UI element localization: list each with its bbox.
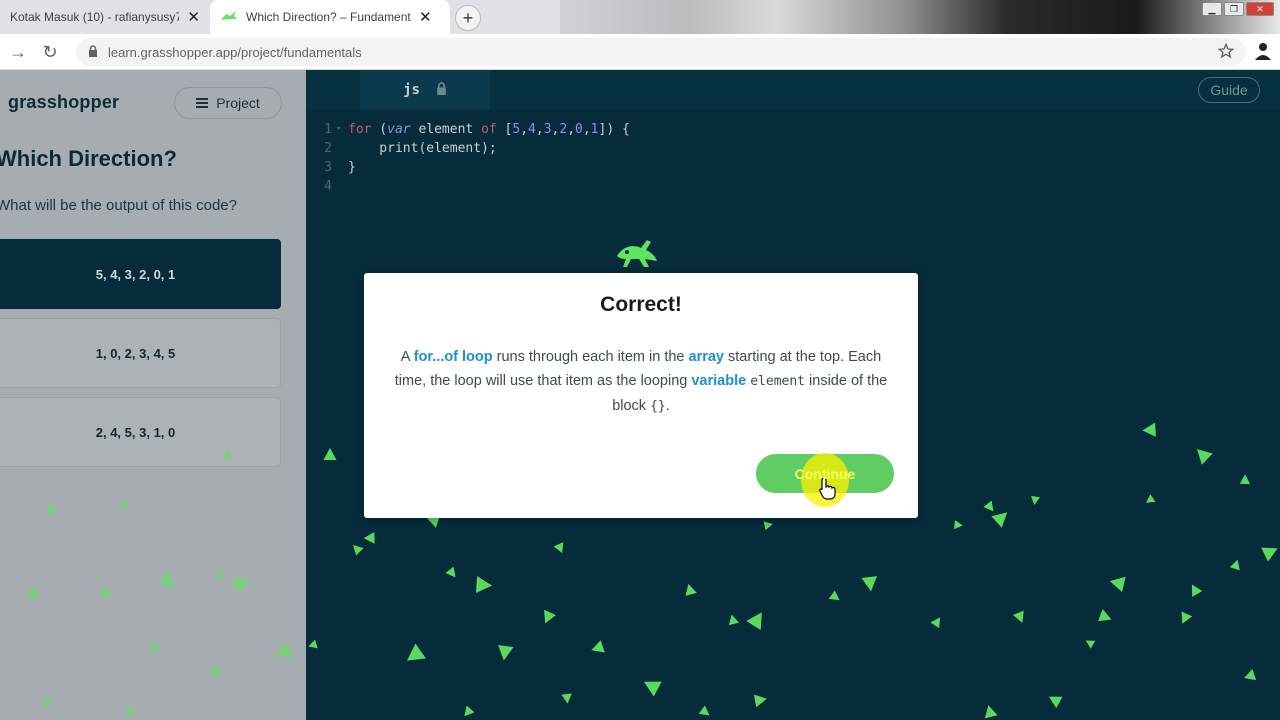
code-punct: ]) { <box>598 122 630 137</box>
question-title: Which Direction? <box>0 146 177 171</box>
editor-tab-bar: js Guide <box>306 70 1280 110</box>
browser-tab-inbox[interactable]: Kotak Masuk (10) - rafianysusy76 ✕ <box>0 0 210 34</box>
editor-tab-js[interactable]: js <box>360 70 490 110</box>
code-identifier: element <box>410 122 482 137</box>
minimize-icon[interactable]: ▁ <box>1202 2 1222 16</box>
code-number: 4 <box>528 122 536 137</box>
code-area[interactable]: 1 ▾ for (var element of [5,4,3,2,0,1]) {… <box>306 120 630 196</box>
maximize-icon[interactable]: ❐ <box>1224 2 1244 16</box>
window-background <box>560 0 1280 34</box>
code-text: print(element); <box>348 141 497 156</box>
line-number: 2 <box>324 141 332 156</box>
star-icon[interactable] <box>1217 42 1235 62</box>
continue-button-label: Continue <box>794 465 856 482</box>
browser-tabstrip: Kotak Masuk (10) - rafianysusy76 ✕ Which… <box>0 0 1280 34</box>
lock-icon <box>436 81 447 99</box>
profile-avatar-icon[interactable] <box>1252 40 1274 62</box>
window-controls: ▁ ❐ ✕ <box>1202 2 1274 16</box>
code-keyword: of <box>481 122 497 137</box>
inline-code: element <box>750 374 806 389</box>
url-text: learn.grasshopper.app/project/fundamenta… <box>108 44 362 60</box>
code-punct: ( <box>371 122 388 137</box>
line-number: 1 <box>324 122 332 137</box>
code-number: 5 <box>512 122 521 137</box>
lesson-panel: grasshopper Project Which Direction? Wha… <box>0 70 306 720</box>
project-button-label: Project <box>216 95 260 111</box>
code-line: 4 <box>306 177 630 196</box>
new-tab-button[interactable]: + <box>455 5 481 31</box>
line-number: 3 <box>324 160 332 175</box>
term-link[interactable]: variable <box>691 373 746 389</box>
tab-label: Kotak Masuk (10) - rafianysusy76 <box>10 10 180 24</box>
dialog-title: Correct! <box>600 293 682 316</box>
answer-option-3[interactable]: 2, 4, 5, 3, 1, 0 <box>0 397 281 467</box>
code-number: 0 <box>575 122 583 137</box>
inline-code: {} <box>650 399 666 414</box>
tab-label: Which Direction? – Fundamentals <box>246 10 411 24</box>
term-link[interactable]: array <box>689 349 724 365</box>
list-icon <box>196 98 209 108</box>
fold-arrow-icon[interactable]: ▾ <box>336 120 348 139</box>
close-icon[interactable]: ✕ <box>419 8 432 26</box>
code-line: 1 ▾ for (var element of [5,4,3,2,0,1]) { <box>306 120 630 139</box>
grasshopper-favicon-icon <box>220 10 238 25</box>
answer-option-2[interactable]: 1, 0, 2, 3, 4, 5 <box>0 318 281 388</box>
code-text: for (var element of [5,4,3,2,0,1]) { <box>348 122 630 137</box>
dialog-explanation: A for...of loop runs through each item i… <box>394 349 888 414</box>
code-text: } <box>348 160 356 175</box>
code-number: 2 <box>559 122 568 137</box>
lock-icon <box>88 44 98 60</box>
project-button[interactable]: Project <box>174 87 282 119</box>
close-icon[interactable]: ✕ <box>187 8 200 26</box>
correct-dialog: Correct! A for...of loop runs through ea… <box>364 273 918 518</box>
line-number: 4 <box>324 179 332 194</box>
editor-tab-label: js <box>403 82 420 98</box>
browser-tab-active[interactable]: Which Direction? – Fundamentals ✕ <box>210 0 450 34</box>
close-window-icon[interactable]: ✕ <box>1246 2 1274 16</box>
code-keyword: var <box>387 122 411 137</box>
code-line: 3 } <box>306 158 630 177</box>
reload-icon[interactable]: ↻ <box>38 40 62 64</box>
address-bar[interactable]: learn.grasshopper.app/project/fundamenta… <box>76 38 1246 66</box>
term-link[interactable]: for...of loop <box>414 349 493 365</box>
grasshopper-logo[interactable]: grasshopper <box>8 92 119 113</box>
code-punct: [ <box>496 122 513 137</box>
code-keyword: for <box>348 122 372 137</box>
grasshopper-mascot-icon <box>617 240 657 267</box>
answer-option-1[interactable]: 5, 4, 3, 2, 0, 1 <box>0 239 281 309</box>
question-text: What will be the output of this code? <box>0 197 237 214</box>
browser-toolbar: → ↻ learn.grasshopper.app/project/fundam… <box>0 34 1280 70</box>
code-number: 1 <box>590 122 599 137</box>
forward-arrow-icon[interactable]: → <box>6 40 30 64</box>
code-line: 2 print(element); <box>306 139 630 158</box>
code-number: 3 <box>543 122 552 137</box>
guide-button[interactable]: Guide <box>1198 77 1260 103</box>
